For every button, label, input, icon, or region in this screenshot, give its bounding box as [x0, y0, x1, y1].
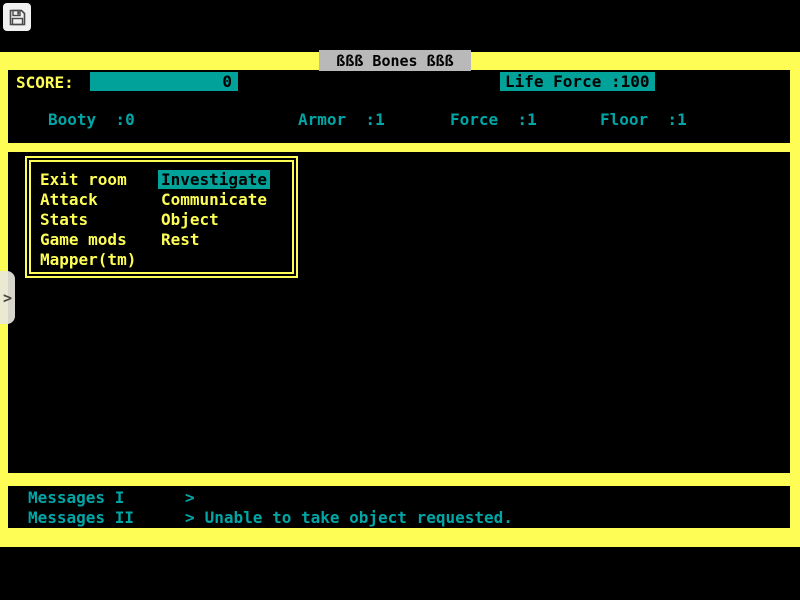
message-line-2: Messages II > Unable to take object requ…: [28, 508, 513, 527]
chevron-right-icon: >: [3, 289, 12, 307]
score-bar: 0: [90, 72, 238, 91]
message-2-label: Messages II: [28, 508, 185, 527]
game-title: ßßß Bones ßßß: [319, 50, 471, 71]
sidebar-expand-handle[interactable]: >: [0, 271, 15, 324]
menu-item-mapper[interactable]: Mapper(tm): [40, 250, 136, 270]
message-2-text: Unable to take object requested.: [205, 508, 513, 527]
message-1-label: Messages I: [28, 488, 185, 507]
score-label: SCORE:: [16, 73, 74, 92]
menu-column-right: Investigate Communicate Object Rest: [161, 170, 270, 250]
menu-item-object[interactable]: Object: [161, 210, 270, 230]
message-2-prompt: >: [185, 508, 195, 527]
selected-menu-item: Investigate: [158, 170, 270, 189]
menu-item-stats[interactable]: Stats: [40, 210, 136, 230]
save-button[interactable]: [3, 3, 31, 31]
status-panel: SCORE: 0 Life Force :100 Booty :0 Armor …: [8, 70, 790, 143]
stat-floor: Floor :1: [600, 110, 687, 129]
menu-item-communicate[interactable]: Communicate: [161, 190, 270, 210]
menu-item-attack[interactable]: Attack: [40, 190, 136, 210]
action-menu-border: Exit room Attack Stats Game mods Mapper(…: [29, 160, 294, 274]
save-icon: [9, 9, 26, 26]
stat-booty: Booty :0: [48, 110, 135, 129]
message-1-prompt: >: [185, 488, 195, 507]
action-menu: Exit room Attack Stats Game mods Mapper(…: [25, 156, 298, 278]
menu-item-rest[interactable]: Rest: [161, 230, 270, 250]
stat-force: Force :1: [450, 110, 537, 129]
game-window: ßßß Bones ßßß SCORE: 0 Life Force :100 B…: [0, 0, 800, 600]
stat-armor: Armor :1: [298, 110, 385, 129]
messages-panel: Messages I > Messages II > Unable to tak…: [8, 486, 790, 528]
menu-column-left: Exit room Attack Stats Game mods Mapper(…: [40, 170, 136, 270]
menu-item-game-mods[interactable]: Game mods: [40, 230, 136, 250]
menu-item-exit-room[interactable]: Exit room: [40, 170, 136, 190]
main-area: Exit room Attack Stats Game mods Mapper(…: [8, 152, 790, 473]
life-force-badge: Life Force :100: [500, 72, 655, 91]
menu-item-investigate[interactable]: Investigate: [161, 170, 270, 190]
message-line-1: Messages I >: [28, 488, 205, 507]
